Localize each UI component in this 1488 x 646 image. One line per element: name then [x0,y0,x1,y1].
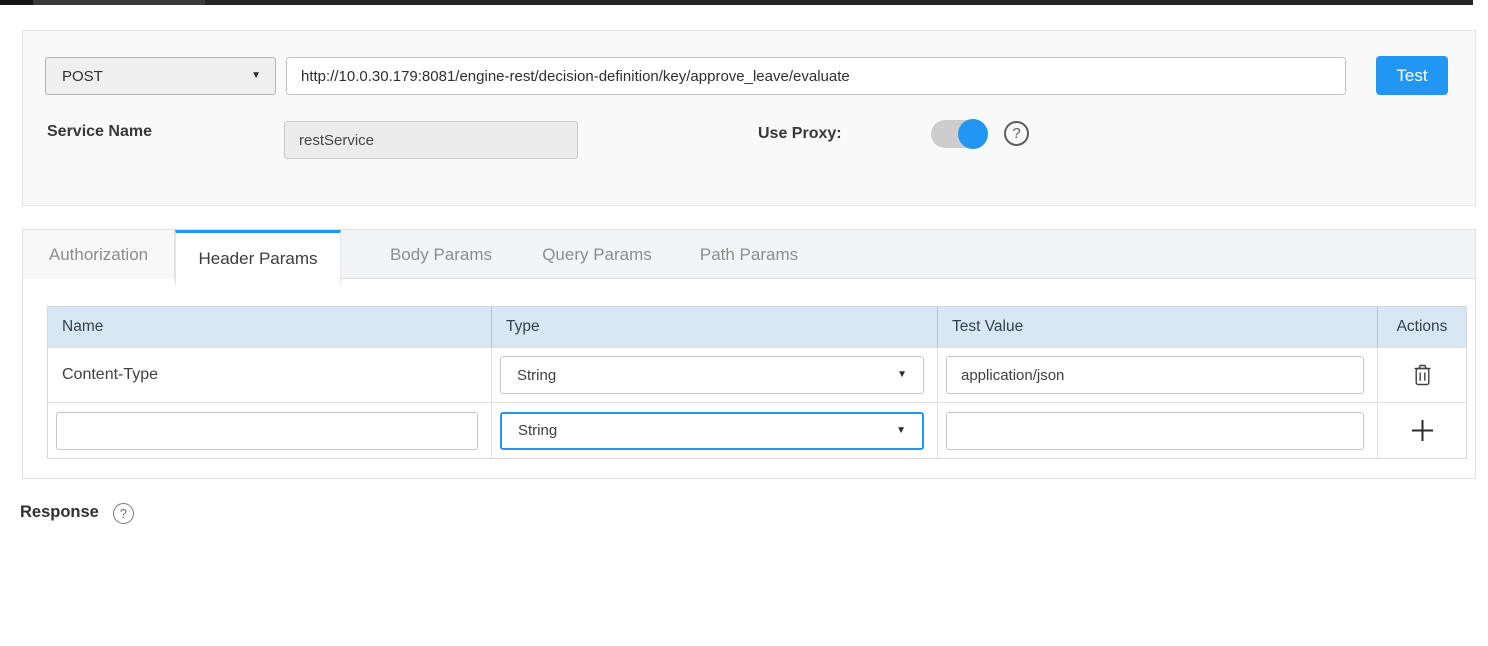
param-type-cell: String ▼ [491,403,937,458]
trash-icon [1413,364,1432,386]
tab-body-params[interactable]: Body Params [363,230,519,279]
chevron-down-icon: ▼ [251,71,261,81]
param-test-value-cell [937,403,1377,458]
request-url-input[interactable] [286,57,1346,95]
param-name-cell [48,403,491,458]
response-label: Response [20,503,99,522]
service-name-input[interactable] [284,121,578,159]
tab-query-params[interactable]: Query Params [519,230,675,279]
chevron-down-icon: ▼ [897,370,907,380]
chevron-down-icon: ▼ [896,426,906,436]
column-header-name: Name [48,307,491,347]
param-name-input[interactable] [56,412,478,450]
top-strip-light-segment [33,0,205,5]
param-type-cell: String ▼ [491,348,937,402]
top-strip-dark-segment [0,0,33,5]
param-type-select-focused[interactable]: String ▼ [500,412,924,450]
param-type-value: String [518,422,557,439]
column-header-test-value: Test Value [937,307,1377,347]
rest-service-config-screen: POST ▼ Test Service Name Use Proxy: ? Au… [0,0,1488,646]
param-test-value-input[interactable] [946,356,1364,394]
param-actions-cell [1377,403,1466,458]
params-panel: Authorization Header Params Body Params … [22,229,1476,479]
param-type-select[interactable]: String ▼ [500,356,924,394]
param-type-value: String [517,367,556,384]
request-config-panel: POST ▼ Test Service Name Use Proxy: ? [22,30,1476,206]
delete-row-button[interactable] [1413,364,1432,386]
toggle-thumb [958,119,988,149]
window-top-strip [0,0,1473,5]
test-button[interactable]: Test [1376,56,1448,95]
use-proxy-label: Use Proxy: [758,125,842,143]
plus-icon [1410,418,1435,443]
tab-path-params[interactable]: Path Params [675,230,823,279]
param-test-value-cell [937,348,1377,402]
add-row-button[interactable] [1410,418,1435,443]
param-name-text: Content-Type [48,366,158,384]
use-proxy-toggle[interactable] [931,120,987,148]
column-header-type: Type [491,307,937,347]
param-actions-cell [1377,348,1466,402]
column-header-actions: Actions [1377,307,1466,347]
http-method-select[interactable]: POST ▼ [45,57,276,95]
tab-authorization[interactable]: Authorization [23,230,175,279]
response-help-icon[interactable]: ? [113,503,134,524]
header-params-table: Name Type Test Value Actions Content-Typ… [47,306,1467,459]
table-header-row: Name Type Test Value Actions [48,307,1466,347]
table-row: String ▼ [48,402,1466,458]
service-name-label: Service Name [47,123,152,141]
param-test-value-input[interactable] [946,412,1364,450]
table-row: Content-Type String ▼ [48,347,1466,402]
response-section: Response ? [20,503,134,525]
param-name-cell: Content-Type [48,348,491,402]
tab-header-params[interactable]: Header Params [175,230,341,285]
proxy-help-icon[interactable]: ? [1004,121,1029,146]
http-method-value: POST [62,68,103,85]
